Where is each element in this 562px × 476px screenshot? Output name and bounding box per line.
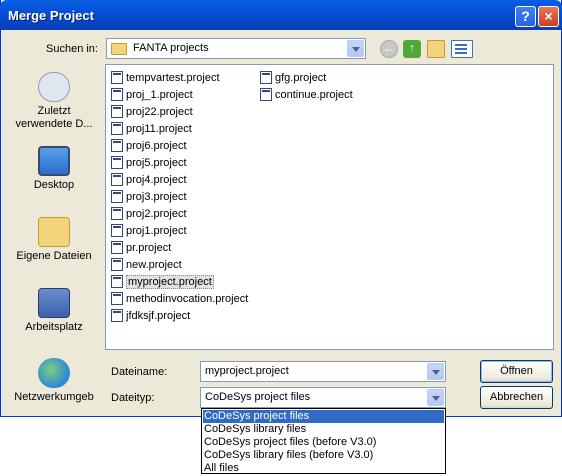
- file-item[interactable]: proj22.project: [111, 104, 193, 120]
- file-item[interactable]: new.project: [111, 257, 182, 273]
- project-file-icon: [111, 121, 123, 135]
- project-file-icon: [111, 240, 123, 254]
- place-desktop-label: Desktop: [33, 179, 75, 191]
- place-my-computer-label: Arbeitsplatz: [25, 321, 83, 333]
- close-button[interactable]: ×: [538, 6, 559, 27]
- dialog-title: Merge Project: [8, 8, 94, 23]
- back-icon[interactable]: ←: [380, 40, 398, 58]
- place-my-documents-label: Eigene Dateien: [16, 250, 92, 262]
- up-folder-icon[interactable]: ↑: [403, 40, 421, 58]
- help-button[interactable]: ?: [515, 6, 536, 27]
- file-item[interactable]: proj3.project: [111, 189, 187, 205]
- filetype-dropdown-button[interactable]: [427, 389, 444, 406]
- places-bar: Zuletzt verwendete D... Desktop Eigene D…: [9, 64, 99, 410]
- lookin-combobox[interactable]: FANTA projects: [106, 38, 366, 59]
- file-list[interactable]: tempvartest.project proj_1.project proj2…: [105, 64, 554, 350]
- filetype-dropdown-list[interactable]: CoDeSys project files CoDeSys library fi…: [201, 408, 446, 474]
- file-item[interactable]: proj_1.project: [111, 87, 193, 103]
- filename-combobox[interactable]: myproject.project: [200, 361, 446, 382]
- file-item[interactable]: tempvartest.project: [111, 70, 220, 86]
- project-file-icon: [260, 87, 272, 101]
- lookin-value: FANTA projects: [133, 42, 209, 54]
- folder-icon: [111, 43, 127, 55]
- my-documents-icon: [38, 217, 70, 247]
- filetype-option[interactable]: CoDeSys project files (before V3.0): [203, 436, 444, 449]
- file-item[interactable]: continue.project: [260, 87, 353, 103]
- file-item[interactable]: proj11.project: [111, 121, 192, 137]
- filename-value: myproject.project: [205, 365, 289, 377]
- project-file-icon: [111, 291, 123, 305]
- file-item[interactable]: methodinvocation.project: [111, 291, 248, 307]
- filetype-label: Dateityp:: [111, 392, 155, 404]
- my-computer-icon: [38, 288, 70, 318]
- file-item[interactable]: proj1.project: [111, 223, 187, 239]
- filetype-value: CoDeSys project files: [205, 391, 311, 403]
- filetype-combobox[interactable]: CoDeSys project files: [200, 387, 446, 408]
- view-menu-icon[interactable]: [451, 40, 473, 58]
- open-button[interactable]: Öffnen: [480, 360, 553, 383]
- place-network[interactable]: Netzwerkumgeb: [9, 358, 99, 404]
- file-item[interactable]: gfg.project: [260, 70, 326, 86]
- project-file-icon: [111, 308, 123, 322]
- filetype-option[interactable]: All files: [203, 462, 444, 475]
- project-file-icon: [111, 274, 123, 288]
- place-network-label: Netzwerkumgeb: [14, 391, 94, 403]
- new-folder-icon[interactable]: [427, 40, 445, 58]
- place-recent-label: Zuletzt verwendete D...: [15, 105, 93, 130]
- project-file-icon: [111, 70, 123, 84]
- project-file-icon: [111, 206, 123, 220]
- project-file-icon: [111, 138, 123, 152]
- filename-dropdown-button[interactable]: [427, 363, 444, 380]
- place-my-computer[interactable]: Arbeitsplatz: [9, 288, 99, 334]
- project-file-icon: [260, 70, 272, 84]
- file-item[interactable]: proj6.project: [111, 138, 187, 154]
- place-my-documents[interactable]: Eigene Dateien: [9, 217, 99, 263]
- filetype-option[interactable]: CoDeSys library files: [203, 423, 444, 436]
- filetype-option[interactable]: CoDeSys library files (before V3.0): [203, 449, 444, 462]
- project-file-icon: [111, 104, 123, 118]
- project-file-icon: [111, 223, 123, 237]
- place-recent[interactable]: Zuletzt verwendete D...: [9, 72, 99, 131]
- lookin-dropdown-button[interactable]: [347, 40, 364, 57]
- recent-icon: [38, 72, 70, 102]
- file-item[interactable]: proj2.project: [111, 206, 187, 222]
- desktop-icon: [38, 146, 70, 176]
- project-file-icon: [111, 172, 123, 186]
- place-desktop[interactable]: Desktop: [9, 146, 99, 192]
- network-icon: [38, 358, 70, 388]
- file-item[interactable]: pr.project: [111, 240, 171, 256]
- filetype-option-selected[interactable]: CoDeSys project files: [203, 410, 444, 423]
- project-file-icon: [111, 189, 123, 203]
- lookin-label: Suchen in:: [46, 43, 98, 55]
- file-item[interactable]: jfdksjf.project: [111, 308, 190, 324]
- filename-label: Dateiname:: [111, 366, 168, 378]
- file-item-selected[interactable]: myproject.project: [111, 274, 214, 290]
- project-file-icon: [111, 87, 123, 101]
- project-file-icon: [111, 257, 123, 271]
- file-item[interactable]: proj5.project: [111, 155, 187, 171]
- project-file-icon: [111, 155, 123, 169]
- merge-project-dialog: Merge Project ? × Suchen in: FANTA proje…: [0, 0, 562, 417]
- cancel-button[interactable]: Abbrechen: [480, 386, 553, 409]
- title-bar[interactable]: Merge Project ? ×: [0, 0, 562, 30]
- file-item[interactable]: proj4.project: [111, 172, 187, 188]
